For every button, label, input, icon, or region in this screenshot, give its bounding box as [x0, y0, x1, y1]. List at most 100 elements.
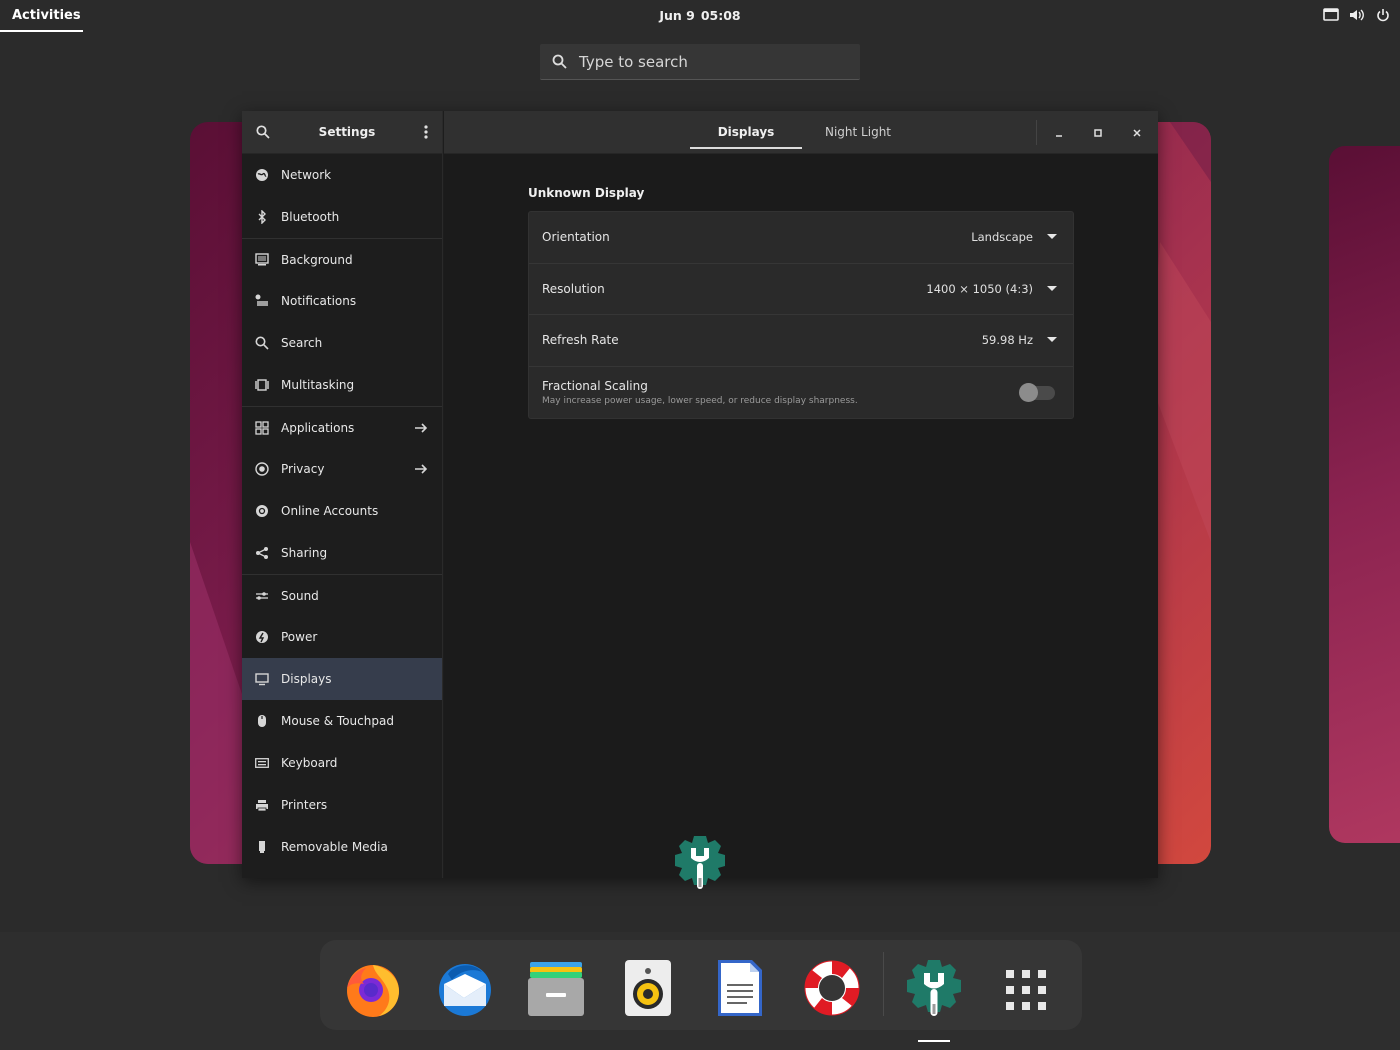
mouse-icon	[255, 714, 269, 728]
refresh-rate-label: Refresh Rate	[542, 333, 619, 348]
search-icon	[552, 54, 567, 69]
fractional-scaling-description: May increase power usage, lower speed, o…	[542, 395, 858, 406]
online-accounts-icon	[255, 504, 269, 518]
orientation-row[interactable]: Orientation Landscape	[529, 212, 1073, 264]
sidebar-item-label: Removable Media	[281, 840, 388, 854]
orientation-label: Orientation	[542, 230, 610, 245]
display-settings-list: Orientation Landscape Resolution 1400 × …	[528, 211, 1074, 419]
display-name: Unknown Display	[528, 186, 645, 200]
power-icon	[255, 630, 269, 644]
clock-date: Jun 9	[659, 8, 695, 23]
firefox-icon[interactable]	[342, 958, 402, 1018]
volume-icon[interactable]	[1348, 6, 1366, 24]
sidebar-item-notifications[interactable]: Notifications	[242, 280, 442, 322]
sidebar-item-background[interactable]: Background	[242, 238, 442, 280]
settings-window-app-icon	[673, 833, 727, 891]
search-icon	[255, 336, 269, 350]
sidebar-item-label: Sound	[281, 588, 319, 603]
sidebar-title: Settings	[318, 125, 376, 139]
bluetooth-icon	[255, 210, 269, 224]
sound-icon	[255, 589, 269, 603]
search-icon[interactable]	[256, 125, 270, 139]
sidebar-item-search[interactable]: Search	[242, 322, 442, 364]
close-button[interactable]	[1118, 111, 1156, 154]
sidebar-item-network[interactable]: Network	[242, 154, 442, 196]
close-icon	[1133, 128, 1141, 137]
clock[interactable]: Jun 9 05:08	[600, 8, 800, 23]
dock	[320, 940, 1082, 1030]
writer-icon[interactable]	[710, 958, 770, 1018]
power-icon[interactable]	[1374, 6, 1392, 24]
running-indicator	[918, 1040, 950, 1042]
resolution-row[interactable]: Resolution 1400 × 1050 (4:3)	[529, 264, 1073, 315]
keyboard-icon	[255, 756, 269, 770]
sidebar-header: Settings	[242, 111, 442, 154]
sidebar-item-bluetooth[interactable]: Bluetooth	[242, 196, 442, 238]
screen-icon[interactable]	[1322, 6, 1340, 24]
content-header: Displays Night Light	[444, 111, 1158, 154]
arrow-right-icon	[415, 423, 428, 433]
sidebar-item-label: Multitasking	[281, 378, 355, 392]
sidebar-item-displays[interactable]: Displays	[242, 658, 442, 700]
settings-icon[interactable]	[904, 958, 964, 1018]
sidebar-item-printers[interactable]: Printers	[242, 784, 442, 826]
refresh-rate-value[interactable]: 59.98 Hz	[982, 333, 1033, 347]
help-icon[interactable]	[802, 958, 862, 1018]
rhythmbox-icon[interactable]	[618, 958, 678, 1018]
resolution-label: Resolution	[542, 281, 605, 296]
tab-displays[interactable]: Displays	[690, 111, 802, 149]
background-icon	[255, 253, 269, 267]
displays-icon	[255, 672, 269, 686]
thunderbird-icon[interactable]	[434, 958, 494, 1018]
sharing-icon	[255, 546, 269, 560]
sidebar-item-label: Bluetooth	[281, 210, 340, 224]
search-placeholder: Type to search	[579, 52, 688, 71]
header-divider	[1036, 120, 1037, 145]
sidebar-item-label: Sharing	[281, 546, 328, 560]
resolution-value[interactable]: 1400 × 1050 (4:3)	[926, 282, 1033, 296]
settings-sidebar: Settings Network Bluetooth Background No…	[242, 111, 443, 878]
minimize-icon	[1056, 134, 1062, 137]
sidebar-item-label: Mouse & Touchpad	[281, 714, 394, 728]
activities-button[interactable]: Activities	[0, 0, 83, 32]
sidebar-item-applications[interactable]: Applications	[242, 406, 442, 448]
fractional-scaling-row[interactable]: Fractional Scaling May increase power us…	[529, 367, 1073, 419]
sidebar-item-power[interactable]: Power	[242, 616, 442, 658]
orientation-value[interactable]: Landscape	[971, 230, 1033, 244]
settings-window[interactable]: Settings Network Bluetooth Background No…	[242, 111, 1158, 878]
sidebar-item-multitasking[interactable]: Multitasking	[242, 364, 442, 406]
sidebar-item-label: Notifications	[281, 294, 357, 308]
displays-panel: Displays Night Light Unknown Display Ori…	[444, 111, 1158, 878]
applications-icon	[255, 420, 269, 435]
menu-icon[interactable]	[424, 125, 428, 139]
clock-time: 05:08	[700, 8, 741, 23]
app-grid-icon[interactable]	[996, 958, 1056, 1018]
refresh-rate-row[interactable]: Refresh Rate 59.98 Hz	[529, 315, 1073, 367]
sidebar-item-label: Printers	[281, 798, 328, 812]
sidebar-item-mouse-touchpad[interactable]: Mouse & Touchpad	[242, 700, 442, 742]
privacy-icon	[255, 462, 269, 476]
sidebar-item-sound[interactable]: Sound	[242, 574, 442, 616]
sidebar-item-label: Background	[281, 252, 353, 267]
files-icon[interactable]	[526, 958, 586, 1018]
system-tray[interactable]	[1322, 6, 1392, 24]
sidebar-item-sharing[interactable]: Sharing	[242, 532, 442, 574]
overview-search-input[interactable]: Type to search	[540, 44, 860, 80]
sidebar-item-keyboard[interactable]: Keyboard	[242, 742, 442, 784]
tab-night-light[interactable]: Night Light	[810, 111, 906, 149]
sidebar-item-label: Displays	[281, 672, 332, 686]
sidebar-item-label: Online Accounts	[281, 504, 379, 518]
sidebar-item-removable-media[interactable]: Removable Media	[242, 826, 442, 868]
sidebar-item-online-accounts[interactable]: Online Accounts	[242, 490, 442, 532]
fractional-scaling-toggle[interactable]	[1019, 382, 1055, 402]
sidebar-item-privacy[interactable]: Privacy	[242, 448, 442, 490]
chevron-down-icon[interactable]	[1047, 285, 1057, 291]
workspace-thumbnail-next[interactable]	[1329, 146, 1400, 843]
chevron-down-icon[interactable]	[1047, 337, 1057, 342]
sidebar-item-label: Network	[281, 168, 332, 182]
network-icon	[255, 168, 269, 182]
chevron-down-icon[interactable]	[1047, 234, 1057, 239]
minimize-button[interactable]	[1040, 111, 1078, 154]
maximize-button[interactable]	[1079, 111, 1117, 154]
sidebar-item-label: Search	[281, 336, 323, 350]
